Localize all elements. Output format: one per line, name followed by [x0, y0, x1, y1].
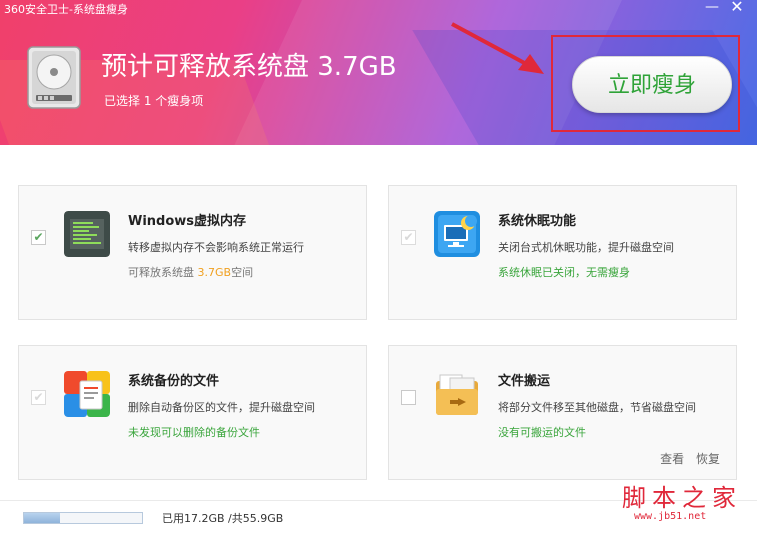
card-status: 系统休眠已关闭，无需瘦身	[498, 266, 630, 279]
close-button[interactable]: ✕	[727, 0, 747, 16]
disk-usage-fill	[24, 513, 61, 523]
card-description: 删除自动备份区的文件，提升磁盘空间	[128, 401, 315, 414]
status-prefix: 可释放系统盘	[128, 266, 198, 279]
card-description: 转移虚拟内存不会影响系统正常运行	[128, 241, 304, 254]
disk-usage-bar	[23, 512, 143, 524]
card-virtual-memory: ✔ Windows虚拟内存 转移虚拟内存不会影响系统正常运行 可释放系统盘 3.…	[18, 185, 367, 320]
card-description: 关闭台式机休眠功能，提升磁盘空间	[498, 241, 674, 254]
card-status: 没有可搬运的文件	[498, 426, 586, 439]
card-status: 未发现可以删除的备份文件	[128, 426, 260, 439]
slim-now-button[interactable]: 立即瘦身	[572, 56, 732, 113]
card-status: 可释放系统盘 3.7GB空间	[128, 264, 253, 280]
watermark-title: 脚本之家	[622, 484, 742, 512]
card-title: 文件搬运	[498, 374, 551, 389]
card-links: 查看 恢复	[652, 450, 720, 467]
card-hibernate: ✔ 系统休眠功能 关闭台式机休眠功能，提升磁盘空间 系统休眠已关闭，无需瘦身	[388, 185, 737, 320]
minimize-button[interactable]: —	[702, 0, 722, 16]
card-title: 系统休眠功能	[498, 214, 577, 229]
status-value: 3.7GB	[197, 266, 232, 279]
memory-icon	[64, 211, 110, 257]
hard-disk-icon	[27, 46, 81, 109]
release-estimate-title: 预计可释放系统盘 3.7GB	[101, 52, 397, 82]
file-move-icon	[436, 374, 478, 415]
virtual-memory-checkbox[interactable]: ✔	[31, 230, 46, 245]
card-file-move: 文件搬运 将部分文件移至其他磁盘，节省磁盘空间 没有可搬运的文件 查看 恢复	[388, 345, 737, 480]
watermark-logo: 脚本之家 www.jb51.net	[622, 478, 742, 522]
card-backup-files: ✔ 系统备份的文件 删除自动备份区的文件，提升磁盘空间 未发现可以删除的备份文件	[18, 345, 367, 480]
arrow-annotation-icon	[451, 22, 544, 74]
window-title: 360安全卫士-系统盘瘦身	[4, 3, 128, 16]
hibernate-icon	[434, 211, 480, 257]
hibernate-checkbox[interactable]: ✔	[401, 230, 416, 245]
card-title: 系统备份的文件	[128, 374, 220, 389]
view-link[interactable]: 查看	[660, 452, 684, 466]
file-move-checkbox[interactable]	[401, 390, 416, 405]
restore-link[interactable]: 恢复	[696, 452, 720, 466]
disk-usage-text: 已用17.2GB /共55.9GB	[162, 512, 284, 525]
card-description: 将部分文件移至其他磁盘，节省磁盘空间	[498, 401, 696, 414]
card-title: Windows虚拟内存	[128, 214, 247, 229]
selected-items-count: 已选择 1 个瘦身项	[104, 94, 204, 108]
backup-files-checkbox[interactable]: ✔	[31, 390, 46, 405]
backup-files-icon	[64, 371, 110, 417]
status-suffix: 空间	[231, 266, 254, 279]
